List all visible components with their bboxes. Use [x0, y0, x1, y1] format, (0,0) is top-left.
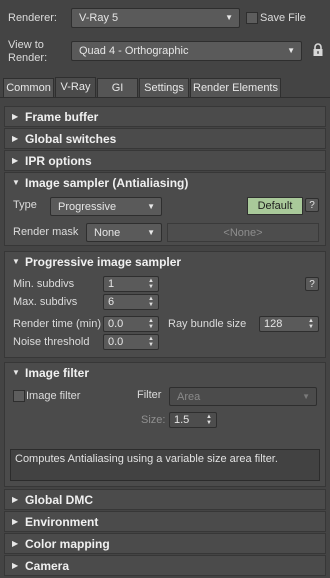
render-mask-label: Render mask	[13, 226, 79, 238]
rollout-progressive-sampler: ▼ Progressive image sampler Min. subdivs …	[4, 251, 326, 358]
view-to-render-dropdown[interactable]: Quad 4 - Orthographic ▼	[71, 41, 302, 61]
image-filter-checkbox[interactable]	[13, 390, 25, 402]
filter-type-value: Area	[177, 391, 201, 403]
sampler-type-value: Progressive	[58, 201, 117, 213]
render-mask-value: None	[94, 227, 121, 239]
rollout-title: Camera	[25, 559, 70, 573]
help-button[interactable]: ?	[305, 277, 319, 291]
render-time-spinner[interactable]: 0.0 ▲ ▼	[103, 316, 159, 332]
rollout-title: Image sampler (Antialiasing)	[25, 176, 189, 190]
rollout-title: Global switches	[25, 132, 117, 146]
image-filter-label: Image filter	[26, 390, 81, 402]
render-time-label: Render time (min)	[13, 318, 102, 330]
noise-threshold-label: Noise threshold	[13, 336, 90, 348]
render-mask-dropdown[interactable]: None ▼	[86, 223, 162, 242]
min-subdivs-label: Min. subdivs	[13, 278, 75, 290]
noise-threshold-spinner[interactable]: 0.0 ▲ ▼	[103, 334, 159, 350]
expand-arrow-icon: ▶	[12, 561, 19, 570]
min-subdivs-value: 1	[108, 278, 115, 290]
rollout-image-sampler: ▼ Image sampler (Antialiasing) Type Progr…	[4, 172, 326, 246]
rollout-global-switches[interactable]: ▶ Global switches	[4, 128, 326, 149]
rollout-title: Global DMC	[25, 493, 93, 507]
chevron-down-icon: ▼	[225, 13, 233, 22]
ray-bundle-label: Ray bundle size	[168, 318, 247, 330]
view-value: Quad 4 - Orthographic	[79, 45, 189, 57]
expand-arrow-icon: ▶	[12, 539, 19, 548]
max-subdivs-value: 6	[108, 296, 115, 308]
render-time-value: 0.0	[108, 318, 124, 330]
filter-type-dropdown[interactable]: Area ▼	[169, 387, 317, 406]
renderer-label: Renderer:	[8, 12, 57, 24]
rollout-title: Color mapping	[25, 537, 110, 551]
rollout-title: Frame buffer	[25, 110, 99, 124]
rollout-global-dmc[interactable]: ▶ Global DMC	[4, 489, 326, 510]
rollout-header[interactable]: ▼ Image sampler (Antialiasing)	[5, 173, 325, 193]
filter-label: Filter	[137, 389, 162, 401]
chevron-down-icon: ▼	[287, 46, 295, 55]
spinner-arrows-icon[interactable]: ▲ ▼	[148, 318, 154, 330]
tab-common[interactable]: Common	[3, 78, 54, 97]
renderer-value: V-Ray 5	[79, 12, 119, 24]
min-subdivs-spinner[interactable]: 1 ▲ ▼	[103, 276, 159, 292]
tab-vray[interactable]: V-Ray	[55, 77, 96, 97]
rollout-ipr-options[interactable]: ▶ IPR options	[4, 150, 326, 171]
expand-arrow-icon: ▶	[12, 156, 19, 165]
rollout-title: IPR options	[25, 154, 92, 168]
spinner-arrows-icon[interactable]: ▲ ▼	[148, 296, 154, 308]
rollout-title: Progressive image sampler	[25, 255, 182, 269]
renderer-dropdown[interactable]: V-Ray 5 ▼	[71, 8, 240, 28]
ray-bundle-spinner[interactable]: 128 ▲ ▼	[259, 316, 319, 332]
tab-render-elements[interactable]: Render Elements	[190, 78, 281, 97]
chevron-down-icon: ▼	[147, 228, 155, 237]
filter-size-value: 1.5	[174, 414, 190, 426]
max-subdivs-label: Max. subdivs	[13, 296, 78, 308]
tab-gi[interactable]: GI	[97, 78, 138, 97]
rollout-frame-buffer[interactable]: ▶ Frame buffer	[4, 106, 326, 127]
collapse-arrow-icon: ▼	[12, 178, 20, 187]
expand-arrow-icon: ▶	[12, 134, 19, 143]
collapse-arrow-icon: ▼	[12, 368, 20, 377]
save-file-checkbox[interactable]	[246, 12, 258, 24]
max-subdivs-spinner[interactable]: 6 ▲ ▼	[103, 294, 159, 310]
filter-size-spinner[interactable]: 1.5 ▲ ▼	[169, 412, 217, 428]
rollout-camera[interactable]: ▶ Camera	[4, 555, 326, 576]
ray-bundle-value: 128	[264, 318, 283, 330]
spinner-arrows-icon[interactable]: ▲ ▼	[308, 318, 314, 330]
size-label: Size:	[141, 414, 166, 426]
expand-arrow-icon: ▶	[12, 517, 19, 526]
rollout-environment[interactable]: ▶ Environment	[4, 511, 326, 532]
expand-arrow-icon: ▶	[12, 495, 19, 504]
view-to-render-label-1: View to	[8, 39, 44, 51]
rollout-title: Environment	[25, 515, 99, 529]
spinner-arrows-icon[interactable]: ▲ ▼	[148, 336, 154, 348]
rollout-color-mapping[interactable]: ▶ Color mapping	[4, 533, 326, 554]
help-button[interactable]: ?	[305, 198, 319, 212]
render-mask-object-button[interactable]: <None>	[167, 223, 319, 242]
chevron-down-icon: ▼	[302, 392, 310, 401]
save-file-label: Save File	[260, 12, 306, 24]
type-label: Type	[13, 199, 37, 211]
collapse-arrow-icon: ▼	[12, 257, 20, 266]
view-to-render-label-2: Render:	[8, 52, 48, 64]
chevron-down-icon: ▼	[147, 202, 155, 211]
spinner-arrows-icon[interactable]: ▲ ▼	[148, 278, 154, 290]
sampler-type-dropdown[interactable]: Progressive ▼	[50, 197, 162, 216]
rollout-title: Image filter	[25, 366, 90, 380]
default-button[interactable]: Default	[247, 197, 303, 215]
tab-settings[interactable]: Settings	[139, 78, 189, 97]
filter-description: Computes Antialiasing using a variable s…	[10, 449, 320, 481]
rollout-header[interactable]: ▼ Progressive image sampler	[5, 252, 325, 272]
spinner-arrows-icon[interactable]: ▲ ▼	[206, 414, 212, 426]
rollout-image-filter: ▼ Image filter Image filter Filter Area ▼…	[4, 362, 326, 487]
lock-icon[interactable]	[312, 43, 324, 57]
tab-bar-divider	[0, 97, 330, 98]
rollout-header[interactable]: ▼ Image filter	[5, 363, 325, 383]
noise-threshold-value: 0.0	[108, 336, 124, 348]
expand-arrow-icon: ▶	[12, 112, 19, 121]
